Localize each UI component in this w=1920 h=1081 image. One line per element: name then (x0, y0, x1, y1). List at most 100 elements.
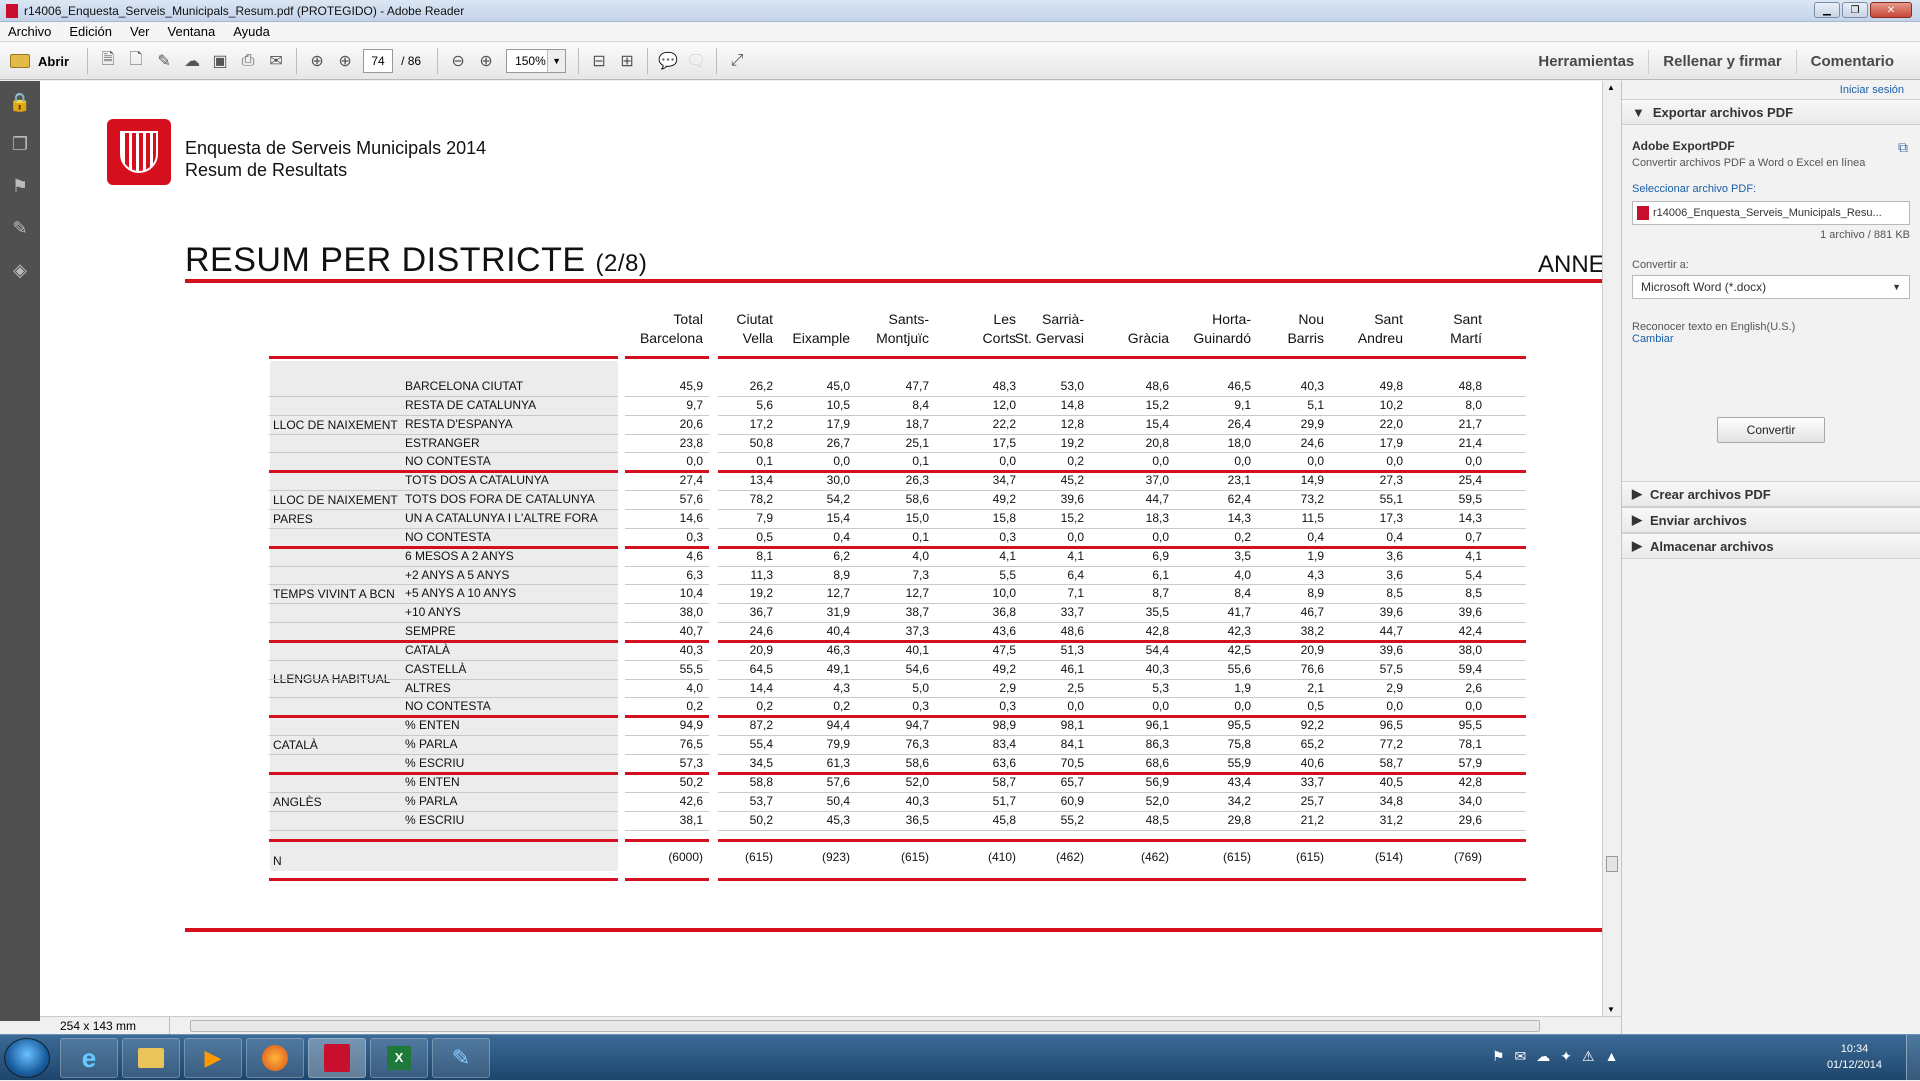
start-button[interactable] (4, 1038, 50, 1078)
export-section-header[interactable]: ▼ Exportar archivos PDF (1622, 99, 1920, 125)
table-cell: 19,2 (1060, 435, 1084, 450)
next-page-icon[interactable]: ⊕ (331, 47, 359, 75)
pages-icon[interactable]: ❐ (0, 123, 40, 165)
table-cell: 36,8 (992, 605, 1016, 620)
file-info: 1 archivo / 881 KB (1820, 229, 1910, 241)
maximize-button[interactable]: ❐ (1842, 2, 1868, 18)
pdf-convert-icon[interactable]: 🗋 (122, 47, 150, 75)
table-cell: 46,1 (1060, 661, 1084, 676)
table-cell: 22,2 (992, 416, 1016, 431)
row-label: % ENTEN (405, 718, 460, 733)
print-icon[interactable]: ⎙ (234, 47, 262, 75)
table-cell: 38,1 (679, 812, 703, 827)
excel-icon[interactable]: X (370, 1038, 428, 1078)
convert-button[interactable]: Convertir (1717, 417, 1825, 443)
close-button[interactable]: ✕ (1870, 2, 1912, 18)
table-cell: 17,3 (1379, 510, 1403, 525)
chevron-down-icon: ▼ (547, 50, 566, 72)
row-divider (625, 603, 709, 604)
system-tray-icons[interactable]: ⚑✉☁✦⚠▲ (1492, 1048, 1628, 1065)
menu-ventana[interactable]: Ventana (168, 24, 216, 39)
table-cell: 24,6 (1300, 435, 1324, 450)
fit-page-icon[interactable]: ⊟ (585, 47, 613, 75)
fit-width-icon[interactable]: ⊞ (613, 47, 641, 75)
table-cell: 48,6 (1145, 379, 1169, 393)
open-button[interactable]: Abrir (0, 54, 81, 69)
table-cell: 95,5 (1458, 718, 1482, 733)
table-cell: 15,4 (826, 510, 850, 525)
horizontal-scrollbar[interactable]: 254 x 143 mm (40, 1016, 1621, 1034)
media-player-icon[interactable]: ▶ (184, 1038, 242, 1078)
edit-icon[interactable]: ✎ (150, 47, 178, 75)
format-value: Microsoft Word (*.docx) (1641, 280, 1767, 294)
table-cell: 8,5 (1465, 586, 1482, 601)
bookmark-icon[interactable]: ⚑ (0, 165, 40, 207)
selected-file[interactable]: r14006_Enquesta_Serveis_Municipals_Resu.… (1632, 201, 1910, 225)
format-select[interactable]: Microsoft Word (*.docx) ▼ (1632, 275, 1910, 299)
login-link[interactable]: Iniciar sesión (1622, 81, 1920, 99)
tab-comment[interactable]: Comentario (1795, 49, 1908, 74)
row-label: TOTS DOS A CATALUNYA (405, 473, 549, 488)
table-cell: 94,7 (905, 718, 929, 733)
service-description: Convertir archivos PDF a Word o Excel en… (1632, 157, 1866, 169)
table-cell: 29,8 (1227, 812, 1251, 827)
comment-list-icon[interactable]: 🗨 (682, 47, 710, 75)
send-section-header[interactable]: ▶ Enviar archivos (1622, 507, 1920, 533)
layers-icon[interactable]: ◈ (0, 249, 40, 291)
table-cell: 75,8 (1227, 737, 1251, 752)
firefox-icon[interactable] (246, 1038, 304, 1078)
save-icon[interactable]: ▣ (206, 47, 234, 75)
table-cell: 44,7 (1379, 624, 1403, 639)
select-file-label: Seleccionar archivo PDF: (1632, 183, 1757, 195)
minimize-button[interactable]: ▁ (1814, 2, 1840, 18)
menu-edicion[interactable]: Edición (69, 24, 112, 39)
email-icon[interactable]: ✉ (262, 47, 290, 75)
zoom-out-icon[interactable]: ⊖ (444, 47, 472, 75)
export-header-label: Exportar archivos PDF (1652, 104, 1794, 120)
menu-ver[interactable]: Ver (130, 24, 150, 39)
table-cell: 68,6 (1145, 756, 1169, 770)
change-language-link[interactable]: Cambiar (1632, 333, 1910, 345)
explorer-icon[interactable] (122, 1038, 180, 1078)
create-section-header[interactable]: ▶ Crear archivos PDF (1622, 481, 1920, 507)
prev-page-icon[interactable]: ⊕ (303, 47, 331, 75)
menu-archivo[interactable]: Archivo (8, 24, 51, 39)
cloud-upload-icon[interactable]: ☁ (178, 47, 206, 75)
lock-icon[interactable]: 🔒 (0, 81, 40, 123)
fullscreen-icon[interactable]: ⤢ (723, 47, 751, 75)
paint-icon[interactable]: ✎ (432, 1038, 490, 1078)
tab-fill-sign[interactable]: Rellenar y firmar (1648, 49, 1795, 74)
page-number-input[interactable]: 74 (363, 49, 394, 73)
table-cell: 61,3 (826, 756, 850, 770)
table-cell: 49,2 (992, 661, 1016, 676)
comment-icon[interactable]: 💬 (654, 47, 682, 75)
table-cell: 0,0 (1234, 699, 1251, 714)
zoom-in-icon[interactable]: ⊕ (472, 47, 500, 75)
group-label: TEMPS VIVINT A BCN (273, 587, 395, 602)
tab-tools[interactable]: Herramientas (1524, 50, 1648, 74)
table-cell: 30,0 (826, 473, 850, 488)
adobe-reader-icon[interactable] (308, 1038, 366, 1078)
zoom-select[interactable]: 150% ▼ (506, 49, 567, 73)
table-cell: 26,3 (905, 473, 929, 488)
clock[interactable]: 10:34 01/12/2014 (1827, 1041, 1882, 1073)
row-label: RESTA D'ESPANYA (405, 416, 513, 431)
table-cell: 45,9 (679, 379, 703, 393)
table-cell: 47,5 (992, 642, 1016, 657)
table-cell: 26,2 (749, 379, 773, 393)
scroll-thumb[interactable] (1606, 856, 1618, 872)
create-pdf-icon[interactable]: 🗎 (94, 47, 122, 75)
menu-ayuda[interactable]: Ayuda (233, 24, 270, 39)
vertical-scrollbar[interactable]: ▲ ▼ (1602, 81, 1621, 1016)
horizontal-scroll-thumb[interactable] (190, 1020, 1540, 1032)
table-cell: 24,6 (749, 624, 773, 639)
row-divider (718, 584, 1526, 585)
store-section-header[interactable]: ▶ Almacenar archivos (1622, 533, 1920, 559)
ie-icon[interactable]: e (60, 1038, 118, 1078)
attachment-icon[interactable]: ✎ (0, 207, 40, 249)
show-desktop-button[interactable] (1906, 1035, 1920, 1081)
taskbar: e ▶ X ✎ ⚑✉☁✦⚠▲ 10:34 01/12/2014 (0, 1034, 1920, 1081)
table-cell: 55,2 (1060, 812, 1084, 827)
table-cell: 8,0 (1465, 397, 1482, 412)
table-cell: 49,8 (1379, 379, 1403, 393)
